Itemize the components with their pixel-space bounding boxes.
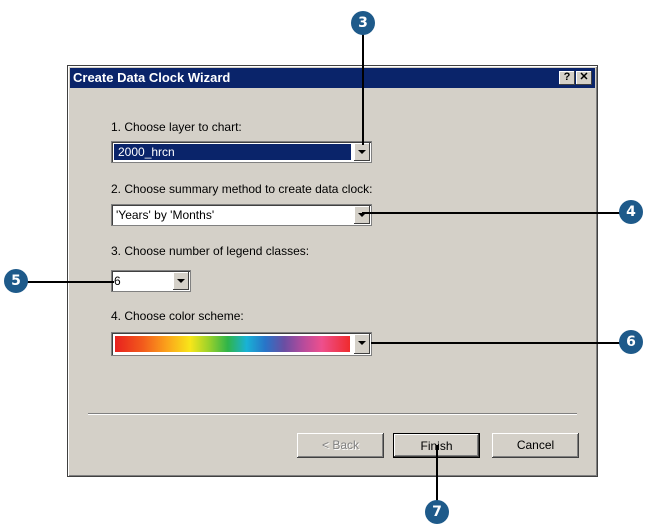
chevron-down-icon[interactable] <box>354 334 370 354</box>
callout-line-5 <box>24 281 114 283</box>
callout-line-4 <box>362 212 624 214</box>
help-button[interactable]: ? <box>559 71 575 85</box>
dialog-title: Create Data Clock Wizard <box>73 70 231 85</box>
callout-3: 3 <box>351 11 375 35</box>
back-button[interactable]: < Back <box>297 433 384 458</box>
color-ramp-preview <box>115 336 350 352</box>
callout-6: 6 <box>619 330 643 354</box>
close-button[interactable]: ✕ <box>576 71 592 85</box>
layer-value: 2000_hrcn <box>118 145 175 159</box>
separator <box>88 413 577 415</box>
legend-classes-value: 6 <box>114 274 121 288</box>
title-bar[interactable]: Create Data Clock Wizard ? ✕ <box>70 68 595 88</box>
legend-classes-dropdown[interactable]: 6 <box>111 270 191 292</box>
chevron-down-icon[interactable] <box>354 206 370 224</box>
callout-4: 4 <box>619 200 643 224</box>
summary-method-label: 2. Choose summary method to create data … <box>111 182 373 196</box>
callout-7: 7 <box>425 500 449 524</box>
layer-dropdown[interactable]: 2000_hrcn <box>111 141 372 163</box>
summary-method-value: 'Years' by 'Months' <box>116 208 215 222</box>
color-scheme-label: 4. Choose color scheme: <box>111 309 244 323</box>
layer-label: 1. Choose layer to chart: <box>111 120 242 134</box>
callout-line-3 <box>362 22 364 145</box>
summary-method-dropdown[interactable]: 'Years' by 'Months' <box>111 204 372 226</box>
cancel-button[interactable]: Cancel <box>492 433 579 458</box>
callout-line-6 <box>371 342 625 344</box>
chevron-down-icon[interactable] <box>354 143 370 161</box>
chevron-down-icon[interactable] <box>173 272 189 290</box>
legend-classes-label: 3. Choose number of legend classes: <box>111 244 310 258</box>
color-scheme-dropdown[interactable] <box>111 332 372 356</box>
create-data-clock-wizard-dialog: Create Data Clock Wizard ? ✕ 1. Choose l… <box>67 65 598 477</box>
callout-5: 5 <box>4 269 28 293</box>
